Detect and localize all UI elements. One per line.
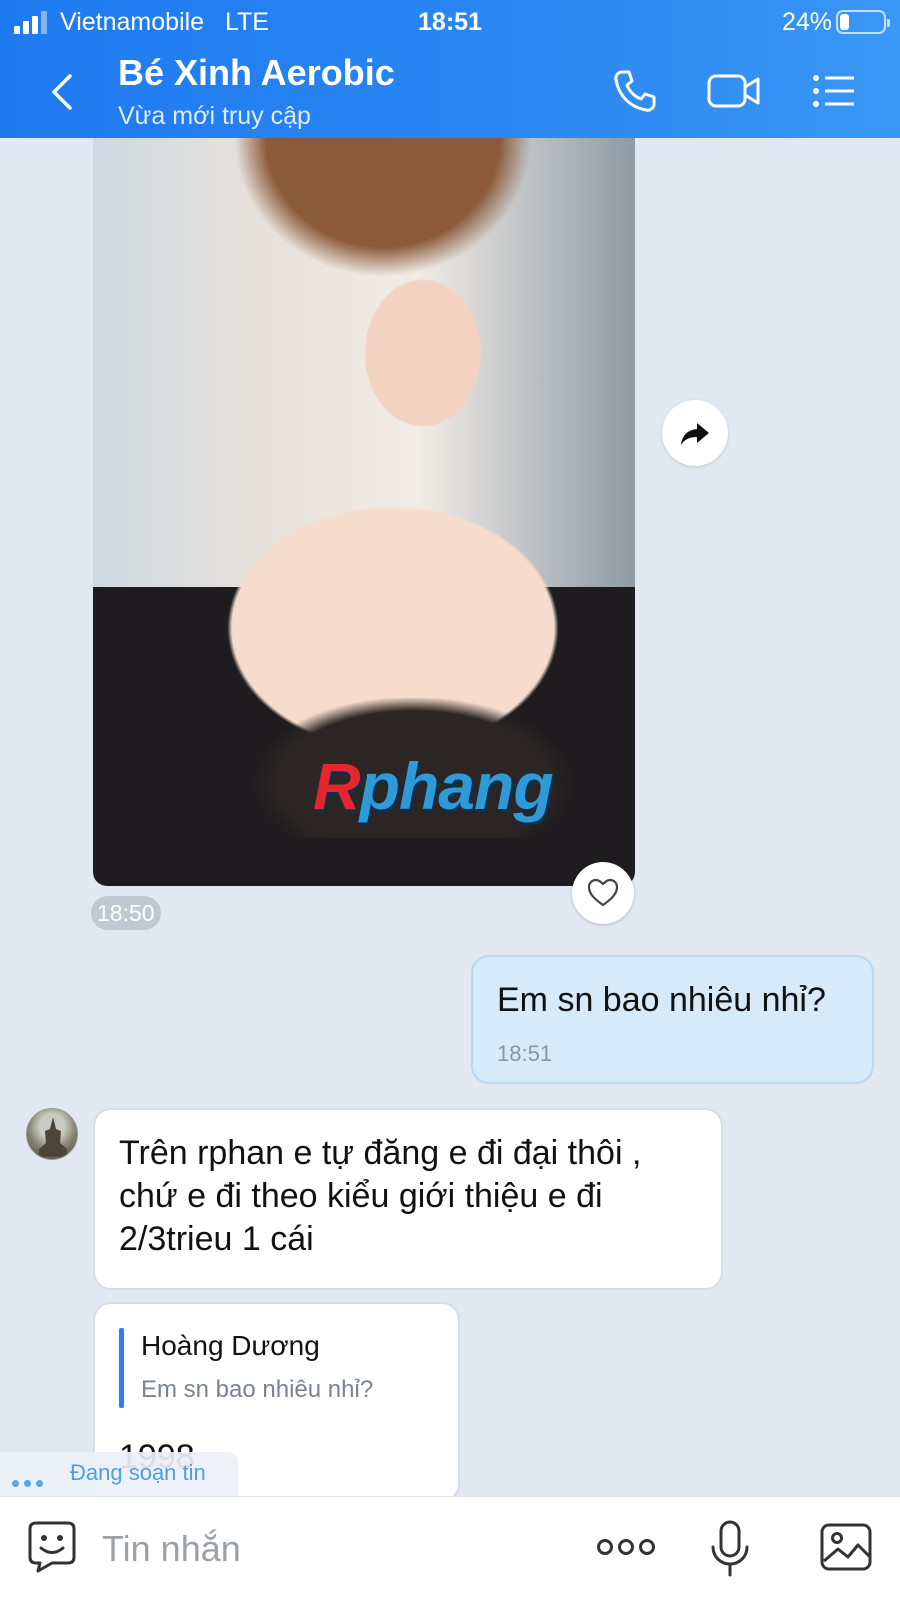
presence-status: Vừa mới truy cập (118, 102, 311, 130)
contact-name[interactable]: Bé Xinh Aerobic (118, 52, 395, 94)
clock: 18:51 (418, 8, 482, 36)
microphone-icon[interactable] (708, 1519, 752, 1584)
message-text: Em sn bao nhiêu nhỉ? (497, 981, 826, 1019)
photo-detail (233, 138, 533, 278)
forward-icon (681, 423, 709, 445)
video-call-icon[interactable] (706, 66, 760, 116)
quote-text: Em sn bao nhiêu nhỉ? (141, 1376, 374, 1403)
message-composer (0, 1496, 900, 1600)
status-bar: Vietnamobile LTE 18:51 24% (0, 0, 900, 44)
phone-icon[interactable] (610, 66, 660, 116)
typing-dots-icon (12, 1474, 48, 1492)
back-icon[interactable] (44, 70, 84, 114)
photo-message[interactable]: Rphang (93, 138, 635, 886)
message-timestamp: 18:50 (91, 896, 161, 930)
battery-percent: 24% (781, 8, 832, 36)
quote-author: Hoàng Dương (141, 1330, 320, 1361)
more-icon[interactable] (596, 1519, 656, 1580)
incoming-message[interactable]: Trên rphan e tự đăng e đi đại thôi , chứ… (93, 1108, 723, 1290)
gallery-icon[interactable] (818, 1519, 874, 1580)
like-button[interactable] (572, 862, 634, 924)
quote-bar (119, 1328, 124, 1408)
share-button[interactable] (662, 400, 728, 466)
emoji-icon[interactable] (26, 1519, 78, 1580)
watermark-logo: Rphang (313, 749, 554, 823)
message-input[interactable] (102, 1523, 562, 1575)
typing-label: Đang soạn tin (70, 1460, 206, 1485)
menu-icon[interactable] (810, 66, 860, 116)
message-timestamp: 18:51 (497, 1041, 553, 1066)
chat-header: Vietnamobile LTE 18:51 24% Bé Xinh Aerob… (0, 0, 900, 138)
avatar[interactable] (26, 1108, 78, 1160)
heart-icon (587, 878, 619, 907)
typing-indicator: Đang soạn tin (0, 1452, 238, 1496)
message-text: Trên rphan e tự đăng e đi đại thôi , chứ… (119, 1134, 642, 1258)
outgoing-message[interactable]: Em sn bao nhiêu nhỉ? 18:51 (471, 955, 874, 1084)
battery-icon (836, 10, 890, 34)
